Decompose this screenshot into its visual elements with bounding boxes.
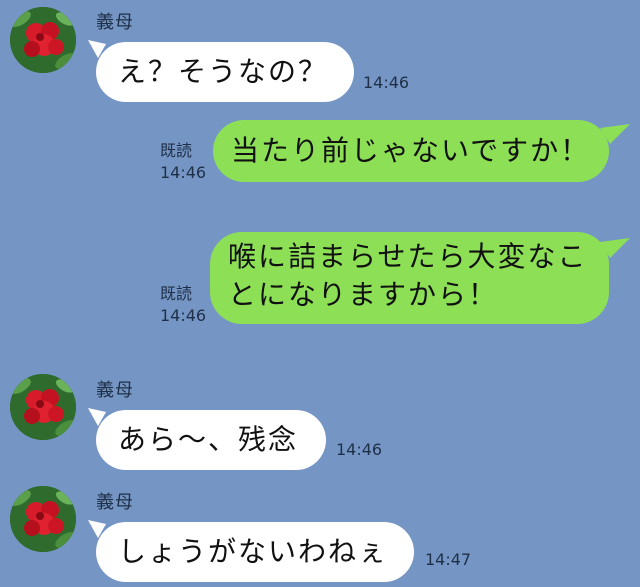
message-time: 14:46: [160, 306, 207, 325]
avatar-flower-icon: [10, 7, 76, 73]
sender-name: 義母: [96, 12, 134, 33]
message-time: 14:46: [363, 73, 410, 92]
sender-name: 義母: [96, 380, 134, 401]
message-text-line: とになりますから！: [228, 278, 499, 311]
message-text: え？そうなの？: [118, 55, 329, 88]
message-bubble[interactable]: あら～、残念: [96, 410, 326, 470]
sender-name: 義母: [96, 492, 134, 513]
message-bubble[interactable]: 当たり前じゃないですか！: [213, 120, 609, 182]
message-time: 14:46: [336, 440, 383, 459]
message-text: しょうがないわねぇ: [118, 535, 389, 568]
read-receipt: 既読 14:46: [160, 140, 206, 184]
read-status: 既読: [160, 141, 193, 160]
message-time: 14:46: [160, 163, 207, 182]
avatar[interactable]: [10, 486, 76, 552]
message-bubble[interactable]: え？そうなの？: [96, 42, 354, 102]
message-text: 当たり前じゃないですか！: [231, 134, 591, 167]
avatar[interactable]: [10, 374, 76, 440]
avatar[interactable]: [10, 7, 76, 73]
message-text-line: 喉に詰まらせたら大変なこ: [228, 240, 588, 273]
bubble-tail-icon: [600, 124, 630, 144]
message-text: あら～、残念: [118, 423, 299, 456]
chat-area: 義母 え？そうなの？ 14:46 既読 14:46 当たり前じゃないですか！ 既…: [0, 0, 640, 587]
message-time: 14:47: [425, 550, 472, 569]
message-bubble[interactable]: 喉に詰まらせたら大変なこ とになりますから！: [210, 232, 609, 324]
bubble-tail-icon: [600, 238, 630, 258]
message-bubble[interactable]: しょうがないわねぇ: [96, 522, 414, 582]
read-status: 既読: [160, 284, 193, 303]
read-receipt: 既読 14:46: [160, 283, 206, 327]
avatar-flower-icon: [10, 486, 76, 552]
avatar-flower-icon: [10, 374, 76, 440]
